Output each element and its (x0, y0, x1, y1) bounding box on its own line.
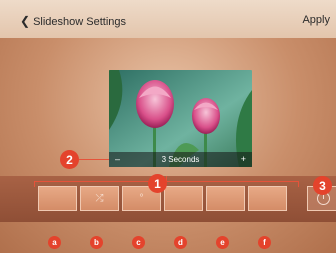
effect-none-thumb[interactable] (38, 186, 77, 211)
callout-e: e (216, 236, 229, 249)
callout-d: d (174, 236, 187, 249)
effect-rotate-thumb[interactable] (248, 186, 287, 211)
effect-shuffle-thumb[interactable]: ⤮ (80, 186, 119, 211)
back-label: Slideshow Settings (33, 16, 127, 28)
header-bar: ❮ Slideshow Settings Apply (0, 0, 336, 38)
callout-2: 2 (60, 150, 79, 169)
apply-button[interactable]: Apply (302, 14, 330, 26)
callout-c: c (132, 236, 145, 249)
effect-door-thumb[interactable] (164, 186, 203, 211)
callout-line (79, 159, 109, 160)
back-button[interactable]: ❮ Slideshow Settings (20, 14, 126, 28)
door-icon (165, 187, 202, 210)
callout-f: f (258, 236, 271, 249)
shuffle-icon: ⤮ (95, 193, 104, 204)
duration-value: 3 Seconds (161, 155, 200, 164)
effect-none-icon (39, 187, 76, 210)
callout-1: 1 (148, 174, 167, 193)
slideshow-settings-screen: ❮ Slideshow Settings Apply – 3 Seconds +… (0, 0, 336, 253)
increase-duration-button[interactable]: + (241, 154, 246, 164)
callout-a: a (48, 236, 61, 249)
callout-3: 3 (313, 176, 332, 195)
duration-control: – 3 Seconds + (109, 152, 252, 167)
callout-b: b (90, 236, 103, 249)
effect-slide-thumb[interactable] (206, 186, 245, 211)
rotate-icon (249, 187, 286, 210)
chevron-left-icon: ❮ (20, 14, 31, 28)
slide-icon (207, 187, 244, 210)
